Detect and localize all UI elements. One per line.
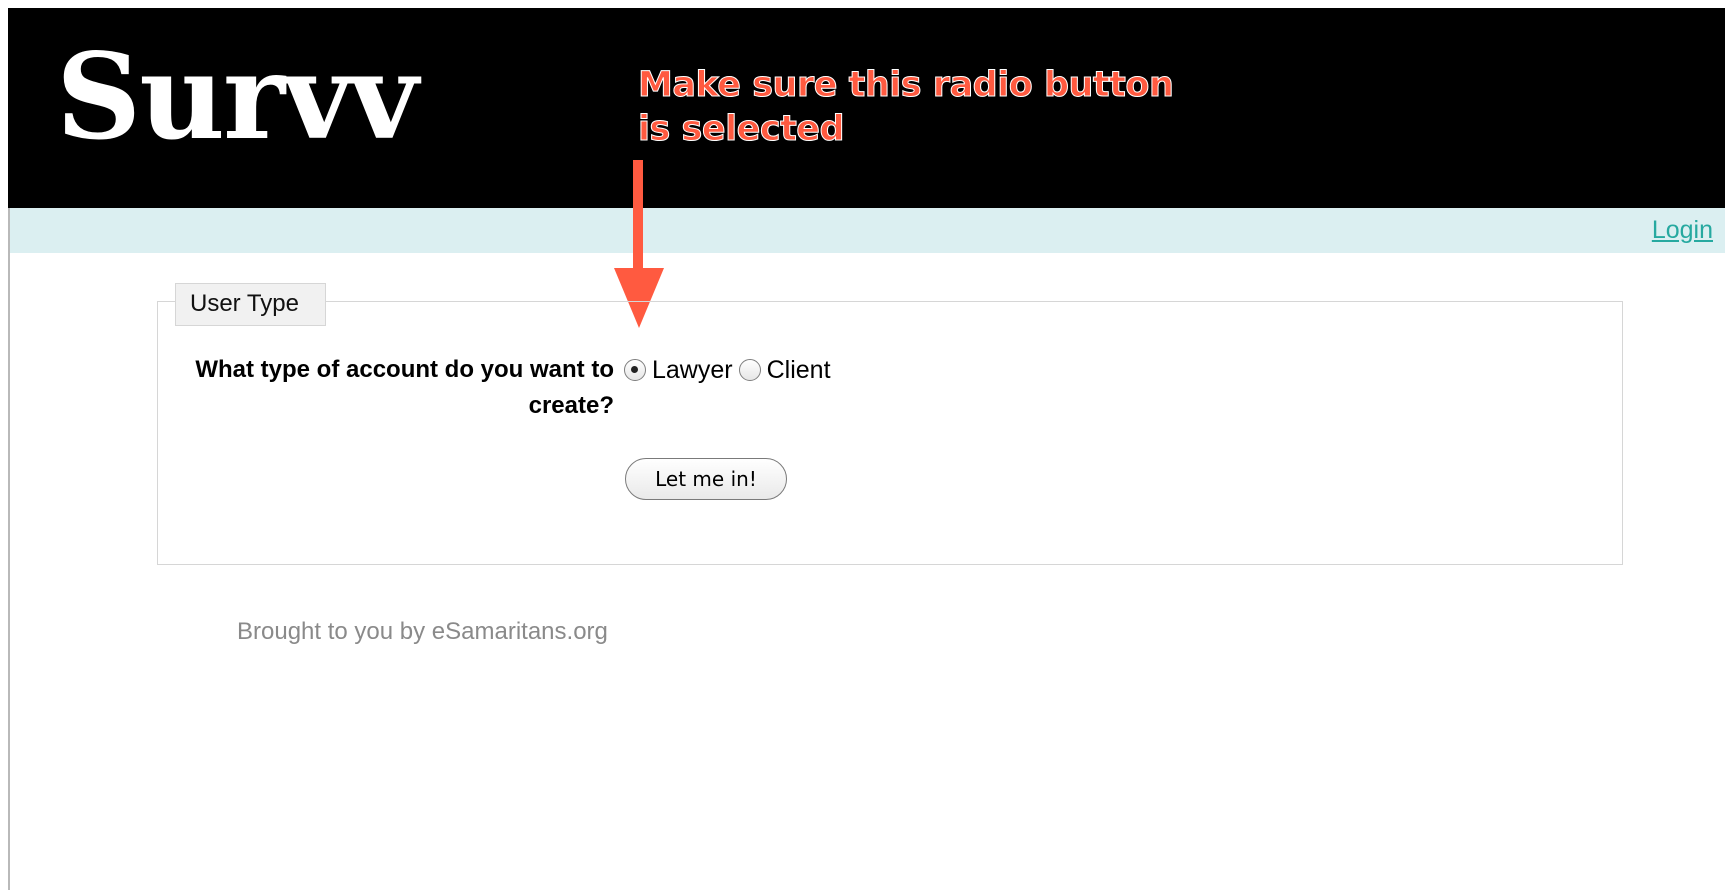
radio-lawyer-label[interactable]: Lawyer	[652, 356, 733, 385]
account-type-radio-group: Lawyer Client	[624, 352, 837, 388]
annotation-line-2: is selected	[637, 109, 845, 150]
annotation-line-1: Make sure this radio button	[637, 65, 1174, 106]
site-logo[interactable]: Survv	[56, 22, 418, 172]
account-type-question: What type of account do you want to crea…	[195, 356, 614, 419]
instruction-annotation: Make sure this radio button is selected	[637, 63, 1174, 151]
user-type-fieldset	[157, 301, 1623, 565]
nav-strip: Login	[10, 208, 1725, 253]
radio-lawyer[interactable]	[624, 359, 646, 381]
login-link[interactable]: Login	[1652, 216, 1713, 245]
fieldset-legend: User Type	[175, 283, 326, 326]
radio-client[interactable]	[738, 359, 761, 381]
let-me-in-button[interactable]: Let me in!	[625, 458, 787, 500]
radio-client-label[interactable]: Client	[767, 356, 831, 385]
site-header: Survv Make sure this radio button is sel…	[8, 8, 1725, 208]
arrow-shaft	[633, 160, 643, 272]
footer-credit: Brought to you by eSamaritans.org	[237, 618, 608, 645]
